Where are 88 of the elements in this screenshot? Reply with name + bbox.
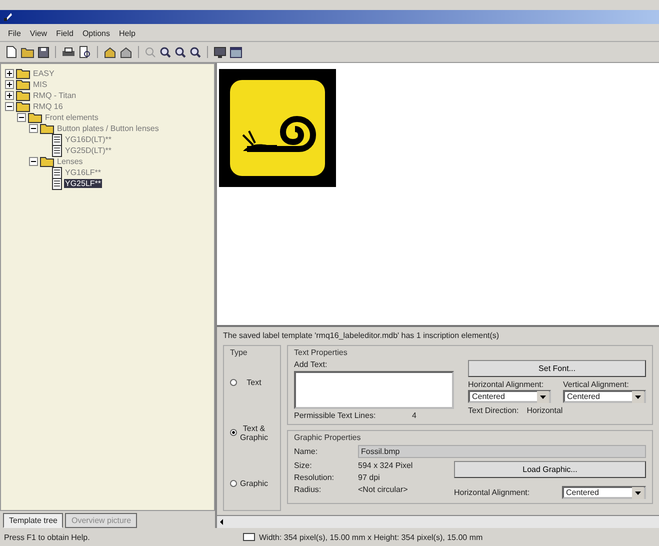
horizontal-scrollbar[interactable] — [217, 515, 659, 528]
group-title: Text Properties — [294, 348, 348, 357]
zoom-icon[interactable] — [160, 46, 171, 58]
document-icon — [52, 178, 62, 190]
collapse-icon[interactable] — [29, 124, 38, 133]
tree-item[interactable]: YG16LF** — [64, 168, 102, 177]
tree-item[interactable]: RMQ - Titan — [32, 91, 78, 100]
load-graphic-button[interactable]: Load Graphic... — [454, 461, 646, 478]
expand-icon[interactable] — [5, 80, 14, 89]
radio-button[interactable] — [230, 480, 237, 487]
collapse-icon[interactable] — [29, 157, 38, 166]
menu-item[interactable]: View — [30, 29, 48, 38]
document-icon — [52, 134, 62, 146]
field-label: Size: — [294, 461, 313, 470]
radio-option[interactable]: Graphic — [230, 478, 274, 488]
zoom-icon[interactable] — [190, 46, 201, 58]
folder-icon — [16, 101, 30, 112]
ruler-icon — [243, 533, 255, 541]
tree-item[interactable]: YG25LF** — [64, 179, 102, 188]
collapse-icon[interactable] — [17, 113, 26, 122]
field-label: Resolution: — [294, 473, 336, 482]
alignment-dropdown[interactable]: Centered — [563, 390, 646, 403]
field-label: Add Text: — [294, 360, 328, 369]
group-title: Graphic Properties — [294, 433, 362, 442]
field-value: 97 dpi — [358, 473, 380, 482]
radio-label: Text & Graphic — [239, 424, 269, 442]
print-preview-icon[interactable] — [79, 46, 91, 58]
menu-item[interactable]: Options — [82, 29, 110, 38]
radio-option[interactable]: Text & Graphic — [230, 424, 274, 442]
field-value: <Not circular> — [358, 485, 408, 494]
save-icon[interactable] — [38, 46, 49, 58]
expand-icon[interactable] — [5, 69, 14, 78]
monitor-icon[interactable] — [214, 46, 226, 58]
field-value: Horizontal — [526, 406, 563, 415]
tree-item[interactable]: YG25D(LT)** — [64, 146, 113, 155]
folder-icon — [16, 90, 30, 101]
menu-item[interactable]: Field — [56, 29, 74, 38]
tree-item[interactable]: RMQ 16 — [32, 102, 64, 111]
new-file-icon[interactable] — [6, 46, 17, 58]
zoom-icon[interactable] — [175, 46, 186, 58]
field-label: Permissible Text Lines: — [294, 411, 377, 420]
group-title: Type — [230, 348, 248, 357]
tree-item[interactable]: YG16D(LT)** — [64, 135, 113, 144]
window-icon[interactable] — [230, 46, 242, 58]
house-icon[interactable] — [120, 46, 132, 58]
field-label: Vertical Alignment: — [563, 380, 630, 389]
menu-item[interactable]: Help — [119, 29, 136, 38]
field-label: Horizontal Alignment: — [468, 380, 545, 389]
folder-icon — [40, 156, 54, 167]
radio-option[interactable]: Text — [230, 378, 274, 388]
field-label: Radius: — [294, 485, 322, 494]
folder-icon — [40, 123, 54, 134]
tree-item[interactable]: EASY — [32, 69, 56, 78]
status-text: Press F1 to obtain Help. — [4, 532, 91, 542]
status-message: The saved label template 'rmq16_labeleditor.mdb' has 1 inscription element(s) — [223, 331, 500, 340]
tree-item[interactable]: MIS — [32, 80, 48, 89]
document-icon — [52, 144, 62, 156]
folder-icon — [16, 68, 30, 79]
field-label: Horizontal Alignment: — [454, 488, 531, 497]
field-label: Text Direction: — [468, 406, 519, 415]
folder-icon[interactable] — [21, 46, 34, 58]
name-field: Fossil.bmp — [358, 445, 646, 458]
snail-icon — [219, 69, 336, 187]
tree-item[interactable]: Button plates / Button lenses — [56, 124, 160, 133]
house-icon[interactable] — [104, 46, 116, 58]
tree-item[interactable]: Lenses — [56, 157, 84, 166]
alignment-dropdown[interactable]: Centered — [562, 486, 646, 499]
collapse-icon[interactable] — [5, 102, 14, 111]
field-value: 594 x 324 Pixel — [358, 461, 413, 470]
radio-button[interactable] — [230, 429, 237, 436]
document-icon — [52, 166, 62, 178]
expand-icon[interactable] — [5, 91, 14, 100]
status-text: Width: 354 pixel(s), 15.00 mm x Height: 354 pixel(s), 15.00 mm — [259, 532, 483, 542]
field-label: Name: — [294, 447, 319, 456]
field-value: 4 — [412, 411, 416, 420]
app-icon — [3, 12, 13, 22]
tab[interactable]: Template tree — [3, 513, 64, 528]
radio-button[interactable] — [230, 379, 237, 386]
tree-item[interactable]: Front elements — [44, 113, 100, 122]
text-input-field[interactable] — [294, 371, 454, 409]
set-font-button[interactable]: Set Font... — [468, 360, 646, 377]
radio-label: Text — [246, 378, 262, 388]
folder-icon — [28, 112, 42, 123]
alignment-dropdown[interactable]: Centered — [468, 390, 551, 403]
radio-label: Graphic — [239, 478, 269, 488]
folder-icon — [16, 79, 30, 90]
printer-icon[interactable] — [62, 46, 75, 58]
menu-item[interactable]: File — [8, 29, 21, 38]
